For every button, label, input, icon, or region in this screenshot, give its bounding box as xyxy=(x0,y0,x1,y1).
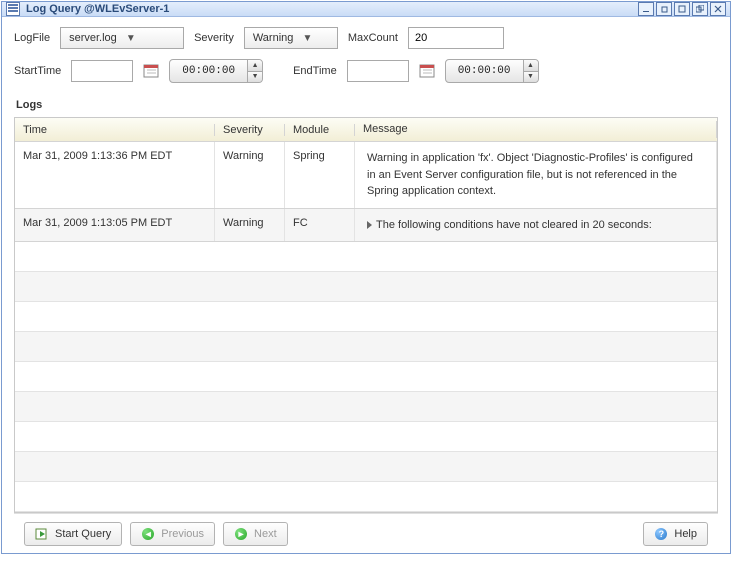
chevron-down-icon: ▼ xyxy=(123,33,139,44)
empty-row xyxy=(15,482,717,512)
table-row[interactable]: Mar 31, 2009 1:13:36 PM EDT Warning Spri… xyxy=(15,142,717,209)
logs-table: Time Severity Module Message Mar 31, 200… xyxy=(14,117,718,513)
next-icon: ► xyxy=(234,527,248,541)
starttime-input[interactable] xyxy=(71,60,133,82)
empty-row xyxy=(15,422,717,452)
spinner-buttons: ▲ ▼ xyxy=(523,60,538,82)
spinner-down-icon[interactable]: ▼ xyxy=(248,72,262,83)
close-button[interactable] xyxy=(710,2,726,16)
column-severity[interactable]: Severity xyxy=(215,124,285,136)
cell-time: Mar 31, 2009 1:13:36 PM EDT xyxy=(15,142,215,208)
window-title: Log Query @WLEvServer-1 xyxy=(26,3,632,15)
spinner-down-icon[interactable]: ▼ xyxy=(524,72,538,83)
empty-row xyxy=(15,332,717,362)
window-controls xyxy=(638,2,726,16)
endtime-spinner-value: 00:00:00 xyxy=(446,60,523,82)
column-module[interactable]: Module xyxy=(285,124,355,136)
empty-row xyxy=(15,272,717,302)
column-message[interactable]: Message xyxy=(355,121,717,138)
spinner-buttons: ▲ ▼ xyxy=(247,60,262,82)
severity-value: Warning xyxy=(253,32,294,44)
table-row[interactable]: Mar 31, 2009 1:13:05 PM EDT Warning FC T… xyxy=(15,209,717,243)
content-area: LogFile server.log ▼ Severity Warning ▼ … xyxy=(2,17,730,564)
footer-toolbar: Start Query ◄ Previous ► Next ? Help xyxy=(14,513,718,554)
externalize-button[interactable] xyxy=(692,2,708,16)
cell-severity: Warning xyxy=(215,209,285,242)
endtime-label: EndTime xyxy=(293,65,337,77)
form-row-2: StartTime 00:00:00 ▲ ▼ EndTime 00:00:00 xyxy=(14,59,718,83)
previous-button[interactable]: ◄ Previous xyxy=(130,522,215,546)
logfile-value: server.log xyxy=(69,32,117,44)
maximize-button[interactable] xyxy=(674,2,690,16)
empty-row xyxy=(15,392,717,422)
log-query-window: Log Query @WLEvServer-1 LogFile server.l… xyxy=(1,1,731,554)
logfile-select[interactable]: server.log ▼ xyxy=(60,27,184,49)
starttime-label: StartTime xyxy=(14,65,61,77)
cell-message: Warning in application 'fx'. Object 'Dia… xyxy=(355,142,717,208)
maxcount-label: MaxCount xyxy=(348,32,398,44)
severity-select[interactable]: Warning ▼ xyxy=(244,27,338,49)
empty-row xyxy=(15,302,717,332)
minimize-button[interactable] xyxy=(638,2,654,16)
start-query-button[interactable]: Start Query xyxy=(24,522,122,546)
next-label: Next xyxy=(254,528,277,540)
play-icon xyxy=(35,527,49,541)
cell-severity: Warning xyxy=(215,142,285,208)
document-icon xyxy=(6,2,20,16)
endtime-spinner[interactable]: 00:00:00 ▲ ▼ xyxy=(445,59,539,83)
column-time[interactable]: Time xyxy=(15,124,215,136)
help-icon: ? xyxy=(654,527,668,541)
cell-message: The following conditions have not cleare… xyxy=(355,209,717,242)
empty-row xyxy=(15,242,717,272)
help-label: Help xyxy=(674,528,697,540)
restore-down-button[interactable] xyxy=(656,2,672,16)
cell-time: Mar 31, 2009 1:13:05 PM EDT xyxy=(15,209,215,242)
logs-section-title: Logs xyxy=(16,99,718,111)
starttime-spinner-value: 00:00:00 xyxy=(170,60,247,82)
chevron-down-icon: ▼ xyxy=(299,33,315,44)
calendar-icon[interactable] xyxy=(143,63,159,79)
starttime-spinner[interactable]: 00:00:00 ▲ ▼ xyxy=(169,59,263,83)
calendar-icon[interactable] xyxy=(419,63,435,79)
cell-message-text: The following conditions have not cleare… xyxy=(376,219,652,231)
help-button[interactable]: ? Help xyxy=(643,522,708,546)
next-button[interactable]: ► Next xyxy=(223,522,288,546)
logfile-label: LogFile xyxy=(14,32,50,44)
titlebar: Log Query @WLEvServer-1 xyxy=(2,2,730,17)
empty-row xyxy=(15,362,717,392)
table-header: Time Severity Module Message xyxy=(15,118,717,142)
endtime-input[interactable] xyxy=(347,60,409,82)
empty-row xyxy=(15,452,717,482)
previous-label: Previous xyxy=(161,528,204,540)
spinner-up-icon[interactable]: ▲ xyxy=(524,60,538,72)
spinner-up-icon[interactable]: ▲ xyxy=(248,60,262,72)
expand-icon[interactable] xyxy=(367,221,372,229)
cell-module: FC xyxy=(285,209,355,242)
previous-icon: ◄ xyxy=(141,527,155,541)
form-row-1: LogFile server.log ▼ Severity Warning ▼ … xyxy=(14,27,718,49)
table-body: Mar 31, 2009 1:13:36 PM EDT Warning Spri… xyxy=(15,142,717,512)
maxcount-input[interactable] xyxy=(408,27,504,49)
start-query-label: Start Query xyxy=(55,528,111,540)
severity-label: Severity xyxy=(194,32,234,44)
cell-module: Spring xyxy=(285,142,355,208)
